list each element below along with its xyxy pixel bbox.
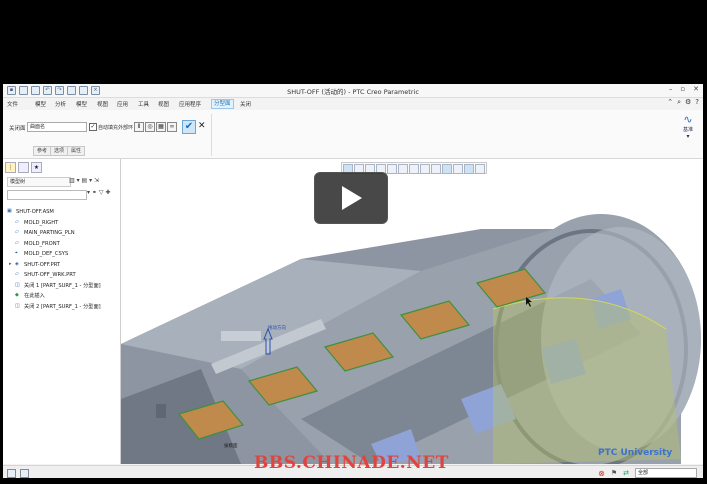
tree-item-shutoff-2[interactable]: ◫ 关闭 2 [PART_SURF_1 - 分型面] bbox=[7, 302, 119, 313]
show-browser-icon[interactable] bbox=[20, 469, 29, 478]
datum-curve-icon: ∿ bbox=[683, 113, 693, 126]
display-style-icon[interactable] bbox=[387, 164, 397, 174]
ptc-university-logo: PTC University bbox=[598, 448, 673, 458]
model-tree: ▣ SHUT-OFF.ASM ▱ MOLD_RIGHT ▱ MAIN_PARTING_… bbox=[7, 207, 119, 312]
surface-annotation-label: 拔模面 bbox=[224, 444, 238, 449]
annotation-display-icon[interactable] bbox=[442, 164, 452, 174]
help-icon[interactable]: ? bbox=[695, 98, 699, 107]
datum-label: 基准 bbox=[682, 127, 693, 133]
tree-settings-icon[interactable]: ▥ ▾ ▤ ▾ ⇲ bbox=[69, 177, 99, 184]
tab-tools[interactable]: 工具 bbox=[138, 100, 149, 108]
auto-fill-checkbox[interactable]: ✓ bbox=[89, 123, 97, 131]
preview-icon[interactable]: ◎ bbox=[145, 122, 155, 132]
tree-item-shutoff-prt[interactable]: ▸ ◈ SHUT-OFF.PRT bbox=[7, 260, 119, 271]
datum-plane-icon: ▱ bbox=[15, 239, 19, 246]
auto-fill-label: 自动填充外部环 bbox=[98, 125, 134, 131]
tree-item-mold-right[interactable]: ▱ MOLD_RIGHT bbox=[7, 218, 119, 229]
tab-close[interactable]: 关闭 bbox=[240, 100, 251, 108]
tree-view-dropdown[interactable]: 模型树 bbox=[7, 177, 71, 187]
tree-item-insert-here[interactable]: ◆ 在此插入 bbox=[7, 291, 119, 302]
folder-browser-tab-icon[interactable] bbox=[18, 162, 29, 173]
tree-item-assembly[interactable]: ▣ SHUT-OFF.ASM bbox=[7, 207, 119, 218]
video-letterbox-top bbox=[0, 0, 707, 84]
tree-search-input[interactable] bbox=[7, 190, 87, 200]
video-letterbox-bottom bbox=[0, 478, 707, 484]
datum-plane-icon: ▱ bbox=[15, 229, 19, 235]
tab-model[interactable]: 模型 bbox=[35, 100, 46, 108]
tab-view-2[interactable]: 视图 bbox=[158, 100, 169, 108]
datum-plane-icon: ▱ bbox=[15, 218, 19, 225]
tab-view[interactable]: 视图 bbox=[97, 100, 108, 108]
name-label: 关闭面 bbox=[9, 126, 26, 132]
creo-app-window: ▪ ↶ ↷ × SHUT-OFF (活动的) - PTC Creo Parame… bbox=[3, 84, 703, 478]
layers-icon[interactable] bbox=[464, 164, 474, 174]
tree-find-icon[interactable]: ▾ ⚭ ▽ ✚ bbox=[87, 189, 110, 196]
tab-annotate[interactable]: 模型 bbox=[76, 100, 87, 108]
surface-icon: ◫ bbox=[15, 281, 20, 288]
part-icon: ▱ bbox=[15, 271, 19, 277]
watermark-text: BBS.CHINADE.NET bbox=[254, 453, 449, 473]
tab-applications[interactable]: 应用程序 bbox=[179, 100, 201, 108]
visibility-icon[interactable] bbox=[475, 164, 485, 174]
tree-item-shutoff-1[interactable]: ◫ 关闭 1 [PART_SURF_1 - 分型面] bbox=[7, 281, 119, 292]
cancel-button[interactable]: ✕ bbox=[198, 121, 206, 131]
drag-direction-label: 拖动方向 bbox=[268, 326, 286, 331]
ribbon-panel: 关闭面 曲面名 ✓ 自动填充外部环 Ⅱ ◎ ▦ ∞ ✔ ✕ 参考 选项 属性 ∿… bbox=[3, 110, 703, 159]
tab-apps[interactable]: 应用 bbox=[117, 100, 128, 108]
chevron-down-icon: ▾ bbox=[686, 133, 690, 140]
settings-icon[interactable]: ⚙ bbox=[685, 98, 691, 107]
tab-file[interactable]: 文件 bbox=[7, 100, 18, 108]
assembly-icon: ▣ bbox=[7, 208, 12, 214]
model-tree-tab-icon[interactable]: ⋮ bbox=[5, 162, 16, 173]
video-play-button[interactable] bbox=[314, 172, 388, 224]
tab-parting-surface[interactable]: 分型面 bbox=[211, 99, 234, 109]
tab-analysis[interactable]: 分析 bbox=[55, 100, 66, 108]
surface-icon: ◫ bbox=[15, 302, 20, 309]
saved-views-icon[interactable] bbox=[398, 164, 408, 174]
verify-icon[interactable]: ▦ bbox=[156, 122, 166, 132]
mold-model-graphic[interactable] bbox=[121, 159, 703, 464]
csys-icon: ⌖ bbox=[15, 250, 18, 256]
show-navigator-icon[interactable] bbox=[7, 469, 16, 478]
expand-arrow-icon: ▸ bbox=[9, 260, 12, 267]
glasses-icon[interactable]: ∞ bbox=[167, 122, 177, 132]
graphics-viewport[interactable]: 拖动方向 拔模面 bbox=[121, 159, 703, 464]
ok-button[interactable]: ✔ bbox=[182, 120, 196, 134]
tab-options[interactable]: 选项 bbox=[50, 146, 69, 156]
restore-icon[interactable]: ▫ bbox=[680, 85, 685, 93]
tree-item-mold-def-csys[interactable]: ⌖ MOLD_DEF_CSYS bbox=[7, 249, 119, 260]
selection-filter-icon[interactable]: ⇄ bbox=[623, 469, 629, 477]
close-icon[interactable]: ✕ bbox=[693, 85, 699, 93]
perspective-icon[interactable] bbox=[420, 164, 430, 174]
regenerate-status-icon[interactable]: ⊗ bbox=[598, 469, 605, 478]
ribbon-divider bbox=[211, 114, 212, 156]
pause-icon[interactable]: Ⅱ bbox=[134, 122, 144, 132]
name-input[interactable]: 曲面名 bbox=[27, 122, 87, 132]
insert-here-icon: ◆ bbox=[15, 292, 19, 298]
model-tree-panel: ⋮ ★ 模型树 ▥ ▾ ▤ ▾ ⇲ ▾ ⚭ ▽ ✚ ▣ SHUT-OFF.ASM … bbox=[3, 159, 121, 464]
tree-item-shutoff-wrk[interactable]: ▱ SHUT-OFF_WRK.PRT bbox=[7, 270, 119, 281]
tab-properties[interactable]: 属性 bbox=[67, 146, 86, 156]
title-bar: ▪ ↶ ↷ × SHUT-OFF (活动的) - PTC Creo Parame… bbox=[3, 84, 703, 98]
spin-center-icon[interactable] bbox=[453, 164, 463, 174]
tree-item-mold-front[interactable]: ▱ MOLD_FRONT bbox=[7, 239, 119, 250]
datum-display-icon[interactable] bbox=[431, 164, 441, 174]
window-title: SHUT-OFF (活动的) - PTC Creo Parametric bbox=[287, 88, 419, 96]
view-manager-icon[interactable] bbox=[409, 164, 419, 174]
datum-group[interactable]: ∿ 基准 ▾ bbox=[681, 113, 695, 140]
favorites-tab-icon[interactable]: ★ bbox=[31, 162, 42, 173]
tab-references[interactable]: 参考 bbox=[33, 146, 52, 156]
search-icon[interactable]: ⌕ bbox=[677, 98, 681, 107]
minimize-icon[interactable]: – bbox=[669, 85, 673, 93]
tree-item-main-parting-pln[interactable]: ▱ MAIN_PARTING_PLN bbox=[7, 228, 119, 239]
selection-filter-dropdown[interactable]: 全部 bbox=[635, 468, 697, 478]
chevron-up-icon[interactable]: ⌃ bbox=[667, 98, 673, 107]
flag-icon[interactable]: ⚑ bbox=[611, 469, 617, 477]
ribbon-tabs: 文件 模型 分析 模型 视图 应用 工具 视图 应用程序 分型面 关闭 bbox=[3, 98, 703, 109]
part-icon: ◈ bbox=[15, 260, 19, 267]
